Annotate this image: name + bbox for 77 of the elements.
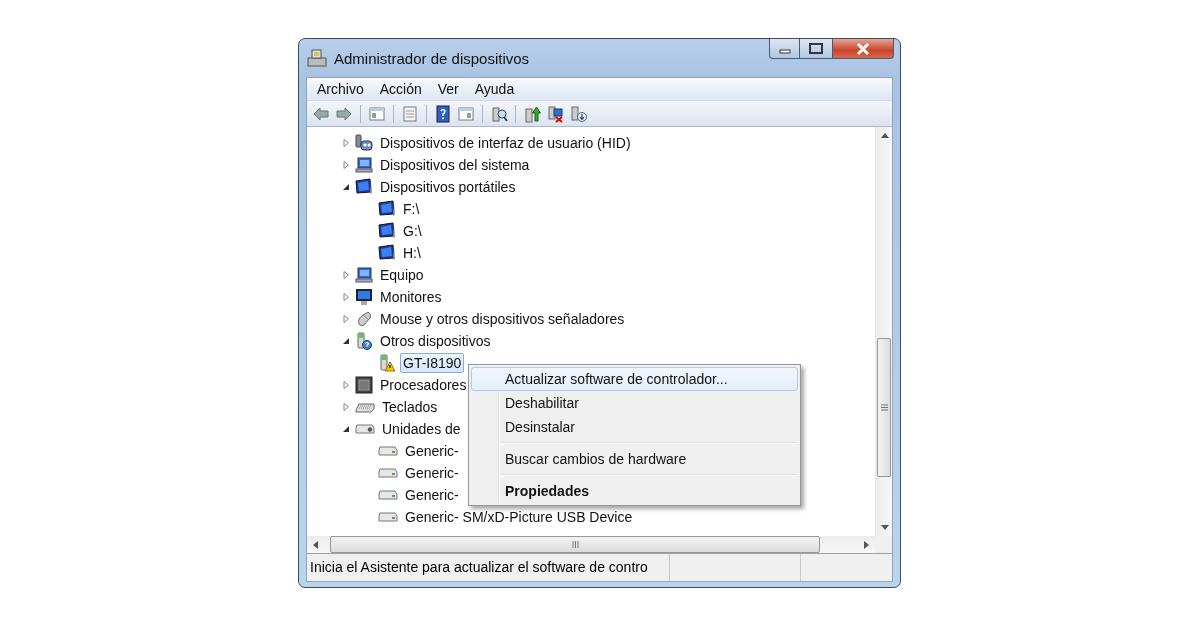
context-menu-item[interactable]: Buscar cambios de hardware [471,447,798,471]
scroll-up-arrow-icon [880,133,889,138]
tree-item[interactable]: F:\ [400,199,423,219]
gamepad-icon [355,134,373,152]
screen-icon [378,200,396,218]
screen-icon [378,244,396,262]
menu-item[interactable]: Archivo [309,79,372,99]
context-menu-item[interactable]: Actualizar software de controlador... [471,367,798,391]
window-title: Administrador de dispositivos [334,49,530,67]
panel-icon[interactable] [368,104,386,123]
device-manager-icon [306,48,328,68]
expand-arrow-icon[interactable] [342,161,350,169]
chip-icon [355,376,373,394]
tree-item[interactable]: Generic- SM/xD-Picture USB Device [402,507,636,527]
minimize-button[interactable] [769,39,800,59]
context-menu-item[interactable]: Propiedades [471,479,798,503]
tree-item[interactable]: Dispositivos de interfaz de usuario (HID) [377,133,634,153]
collapse-arrow-icon[interactable] [342,337,350,345]
tree-item[interactable]: Dispositivos del sistema [377,155,533,175]
help-icon[interactable] [434,104,452,123]
tree-item[interactable]: Generic- [402,485,462,505]
tree-item[interactable]: Generic- [402,463,462,483]
maximize-button[interactable] [800,39,833,59]
mouse-icon [355,310,373,328]
expand-arrow-icon[interactable] [342,139,350,147]
scroll-left-arrow-icon [313,540,318,549]
tree-item[interactable]: Mouse y otros dispositivos señaladores [377,309,628,329]
drive-icon [378,512,398,522]
horizontal-scrollbar[interactable] [307,536,875,553]
collapse-arrow-icon[interactable] [342,183,350,191]
update-icon[interactable] [523,104,541,123]
maximize-icon [809,43,823,54]
tree-item[interactable]: Dispositivos portátiles [377,177,519,197]
expand-arrow-icon[interactable] [342,315,350,323]
uninstall-icon[interactable] [569,104,587,123]
grip-icon [571,541,579,548]
screen-icon [378,222,396,240]
tree-item[interactable]: Generic- [402,441,462,461]
panel-icon[interactable] [457,104,475,123]
context-menu-item[interactable]: Desinstalar [471,415,798,439]
scroll-down-arrow-icon [880,525,889,530]
tree-item[interactable]: Unidades de [379,419,464,439]
drive-icon [355,424,375,434]
tree-item[interactable]: G:\ [400,221,425,241]
grip-icon [880,404,888,411]
tree-item[interactable]: Procesadores [377,375,470,395]
tree-item[interactable]: H:\ [400,243,424,263]
drive-icon [378,446,398,456]
monitor-icon [355,288,373,306]
menu-item[interactable]: Ayuda [466,79,523,99]
expand-arrow-icon[interactable] [342,403,350,411]
computer-icon [355,156,373,174]
context-menu-item[interactable]: Deshabilitar [471,391,798,415]
tree-item[interactable]: Teclados [379,397,441,417]
tree-item[interactable]: Monitores [377,287,445,307]
expand-arrow-icon[interactable] [342,293,350,301]
drive-icon [378,468,398,478]
status-text: Inicia el Asistente para actualizar el software de contro [307,554,670,581]
tree-item[interactable]: Otros dispositivos [377,331,494,351]
close-icon [856,42,870,55]
expand-arrow-icon[interactable] [342,381,350,389]
tree-item[interactable]: Equipo [377,265,427,285]
disable-icon[interactable] [546,104,564,123]
collapse-arrow-icon[interactable] [342,425,350,433]
computer-icon [355,266,373,284]
scroll-right-arrow-icon [864,540,869,549]
menu-item[interactable]: Ver [429,79,467,99]
tree-item[interactable]: GT-I8190 [400,353,465,373]
menu-item[interactable]: Acción [371,79,430,99]
warning-device-icon [378,354,396,372]
close-button[interactable] [833,39,894,59]
screen-icon [355,178,373,196]
expand-arrow-icon[interactable] [342,271,350,279]
scan-icon[interactable] [490,104,508,123]
unknown-device-icon [355,332,373,350]
drive-icon [378,490,398,500]
vertical-scrollbar[interactable] [875,127,892,536]
